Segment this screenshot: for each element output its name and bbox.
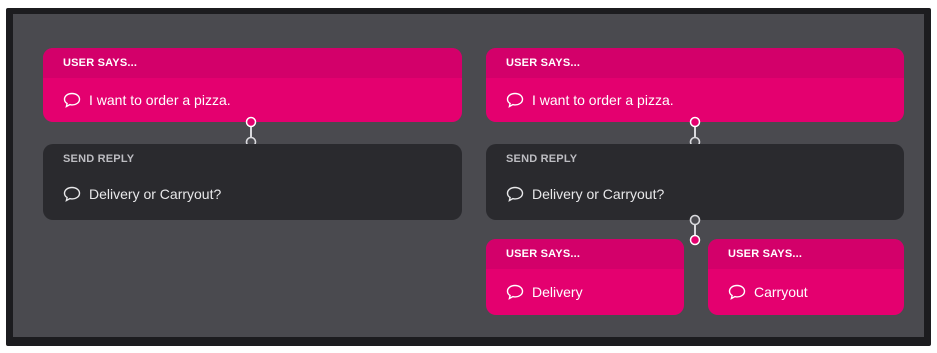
speech-bubble-icon <box>728 284 746 300</box>
speech-bubble-icon <box>63 92 81 108</box>
right-user-says-card[interactable]: USER SAYS... I want to order a pizza. <box>486 48 904 122</box>
card-body: Delivery <box>486 269 684 315</box>
flow-canvas: USER SAYS... I want to order a pizza. SE… <box>13 14 924 337</box>
connector-node-icon <box>245 116 257 128</box>
left-send-reply-card[interactable]: SEND REPLY Delivery or Carryout? <box>43 144 462 220</box>
card-header: USER SAYS... <box>486 239 684 269</box>
speech-bubble-icon <box>506 284 524 300</box>
card-header: SEND REPLY <box>63 153 135 165</box>
speech-bubble-icon <box>506 186 524 202</box>
left-user-says-card[interactable]: USER SAYS... I want to order a pizza. <box>43 48 462 122</box>
card-message: Delivery <box>532 284 583 300</box>
card-message: Delivery or Carryout? <box>89 186 222 202</box>
speech-bubble-icon <box>63 186 81 202</box>
connector-node-icon <box>689 234 701 246</box>
branch-carryout-card[interactable]: USER SAYS... Carryout <box>708 239 904 315</box>
connector-node-icon <box>689 116 701 128</box>
card-header: USER SAYS... <box>43 48 462 78</box>
card-header: USER SAYS... <box>486 48 904 78</box>
card-body: Carryout <box>708 269 904 315</box>
card-header: SEND REPLY <box>506 153 578 165</box>
branch-delivery-card[interactable]: USER SAYS... Delivery <box>486 239 684 315</box>
card-header: USER SAYS... <box>708 239 904 269</box>
card-message: I want to order a pizza. <box>532 92 674 108</box>
card-message: Carryout <box>754 284 808 300</box>
card-body: Delivery or Carryout? <box>486 174 904 214</box>
connector-node-icon <box>689 214 701 226</box>
card-message: I want to order a pizza. <box>89 92 231 108</box>
right-send-reply-card[interactable]: SEND REPLY Delivery or Carryout? <box>486 144 904 220</box>
right-branch-connector <box>689 214 701 246</box>
card-message: Delivery or Carryout? <box>532 186 665 202</box>
card-body: Delivery or Carryout? <box>43 174 462 214</box>
speech-bubble-icon <box>506 92 524 108</box>
